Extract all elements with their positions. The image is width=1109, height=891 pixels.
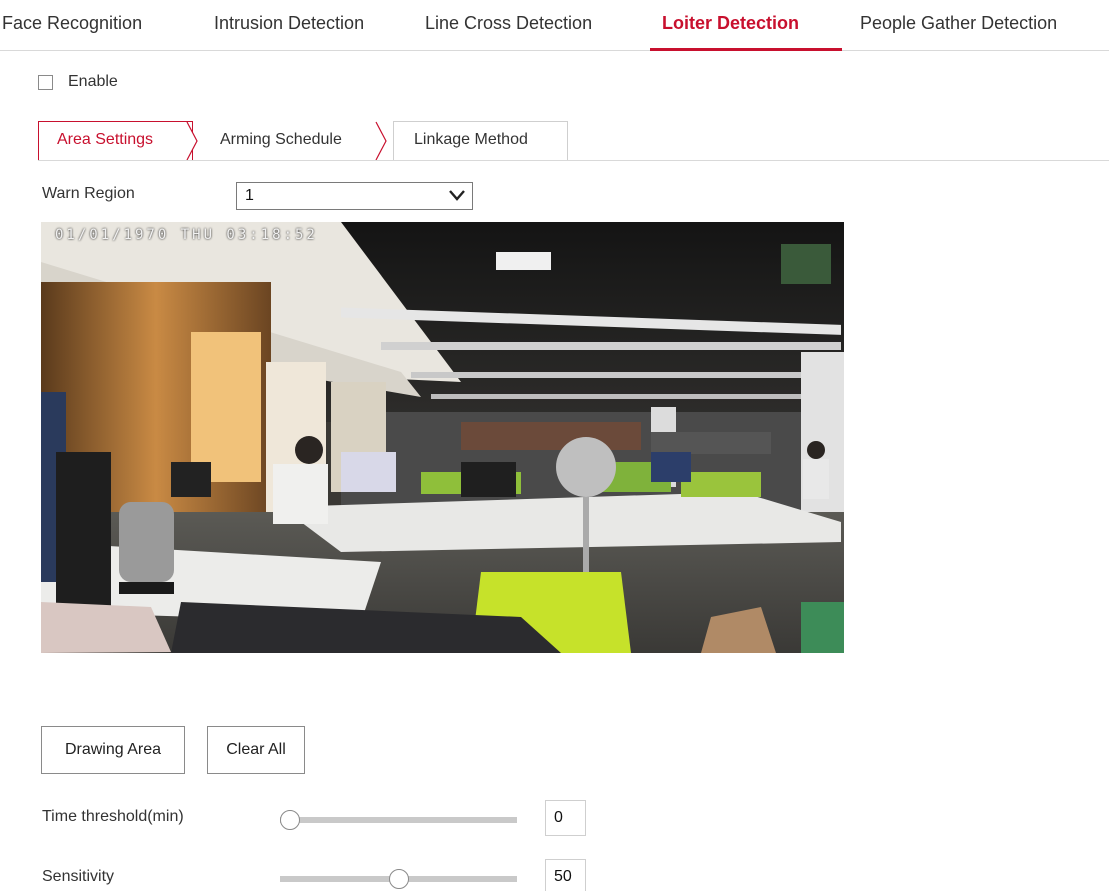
- clear-all-button[interactable]: Clear All: [207, 726, 305, 774]
- slider-thumb[interactable]: [388, 869, 409, 889]
- warn-region-select[interactable]: 1: [236, 182, 473, 210]
- active-tab-indicator: [650, 48, 842, 51]
- tab-line-cross-detection[interactable]: Line Cross Detection: [425, 13, 592, 34]
- subtab-linkage-method[interactable]: Linkage Method: [414, 121, 528, 161]
- sensitivity-slider[interactable]: [280, 869, 517, 889]
- tab-loiter-detection[interactable]: Loiter Detection: [662, 13, 799, 34]
- slider-thumb[interactable]: [280, 810, 300, 830]
- chevron-right-icon: [375, 121, 387, 161]
- time-threshold-input[interactable]: 0: [545, 800, 586, 836]
- drawing-area-button[interactable]: Drawing Area: [41, 726, 185, 774]
- chevron-down-icon: [449, 190, 465, 201]
- tab-face-recognition[interactable]: Face Recognition: [2, 13, 142, 34]
- tab-intrusion-detection[interactable]: Intrusion Detection: [214, 13, 364, 34]
- chevron-right-icon: [186, 121, 198, 161]
- slider-track: [280, 817, 517, 823]
- warn-region-label: Warn Region: [42, 185, 135, 202]
- time-threshold-slider[interactable]: [280, 810, 517, 830]
- subtab-divider: [38, 160, 1109, 161]
- camera-live-view[interactable]: 01/01/1970 THU 03:18:52: [41, 222, 844, 653]
- camera-timestamp-osd: 01/01/1970 THU 03:18:52: [55, 227, 318, 243]
- subtab-area-settings[interactable]: Area Settings: [57, 121, 153, 161]
- subtab-arming-schedule[interactable]: Arming Schedule: [220, 121, 342, 161]
- settings-subtab-bar: Area Settings Arming Schedule Linkage Me…: [38, 121, 568, 161]
- enable-checkbox[interactable]: [38, 74, 53, 90]
- camera-scene: [41, 222, 844, 653]
- warn-region-value: 1: [245, 187, 254, 204]
- time-threshold-label: Time threshold(min): [42, 808, 184, 825]
- enable-row[interactable]: Enable: [38, 72, 118, 92]
- enable-label: Enable: [68, 73, 118, 90]
- sensitivity-label: Sensitivity: [42, 868, 115, 885]
- detection-tab-bar: Face Recognition Intrusion Detection Lin…: [0, 0, 1109, 51]
- sensitivity-input[interactable]: 50: [545, 859, 586, 891]
- tab-people-gather-detection[interactable]: People Gather Detection: [860, 13, 1057, 34]
